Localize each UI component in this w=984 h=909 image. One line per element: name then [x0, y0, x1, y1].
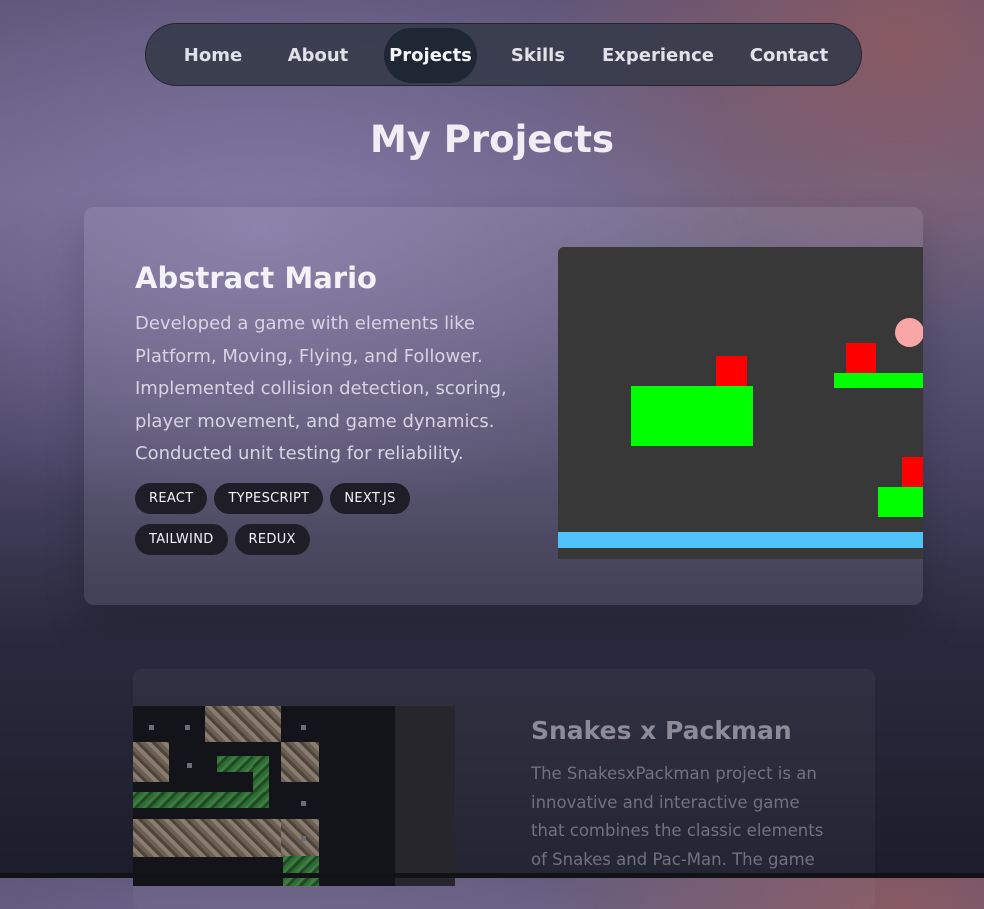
nav-projects[interactable]: Projects — [384, 28, 477, 83]
tag-typescript: TYPESCRIPT — [214, 483, 324, 514]
enemy-block-lower — [902, 457, 923, 487]
maze-wall — [133, 819, 281, 857]
project-title: Abstract Mario — [135, 261, 377, 295]
nav-about[interactable]: About — [274, 28, 362, 83]
maze-wall — [281, 742, 319, 782]
pellet — [185, 725, 190, 730]
project-description: The SnakesxPackman project is an innovat… — [531, 764, 824, 870]
ball-follower — [895, 318, 923, 347]
maze-wall — [133, 742, 169, 782]
nav-experience[interactable]: Experience — [598, 28, 718, 83]
main-nav: Home About Projects Skills Experience Co… — [145, 23, 862, 86]
platform-lower-right — [878, 487, 923, 517]
floor — [558, 532, 923, 548]
maze-wall — [281, 819, 319, 857]
snake-body — [133, 792, 269, 808]
snake-body — [283, 856, 319, 886]
snake-body — [253, 756, 269, 796]
pellet — [149, 725, 154, 730]
nav-home[interactable]: Home — [169, 28, 257, 83]
nav-skills[interactable]: Skills — [496, 28, 580, 83]
project-screenshot-maze[interactable] — [133, 706, 395, 886]
platform-upper-right — [834, 373, 923, 388]
nav-contact[interactable]: Contact — [738, 28, 840, 83]
project-description: Developed a game with elements like Plat… — [135, 313, 507, 464]
tag-react: REACT — [135, 483, 208, 514]
window-bottom-edge — [0, 873, 984, 878]
project-title: Snakes x Packman — [531, 716, 792, 745]
pellet — [301, 725, 306, 730]
tag-nextjs: NEXT.JS — [330, 483, 410, 514]
enemy-block-upper — [846, 343, 876, 373]
screenshot-edge — [395, 706, 455, 886]
maze-wall — [205, 706, 281, 742]
project-screenshot-game[interactable] — [558, 247, 923, 559]
tag-tailwind: TAILWIND — [135, 524, 228, 555]
enemy-block — [716, 356, 747, 386]
tech-tags: REACT TYPESCRIPT NEXT.JS TAILWIND REDUX — [135, 483, 455, 565]
platform-large — [631, 386, 753, 446]
page-title: My Projects — [369, 118, 615, 161]
pellet — [301, 836, 306, 841]
pellet — [301, 801, 306, 806]
tag-redux: REDUX — [234, 524, 310, 555]
project-card-abstract-mario: Abstract Mario Developed a game with ele… — [84, 207, 923, 605]
pellet — [187, 763, 192, 768]
